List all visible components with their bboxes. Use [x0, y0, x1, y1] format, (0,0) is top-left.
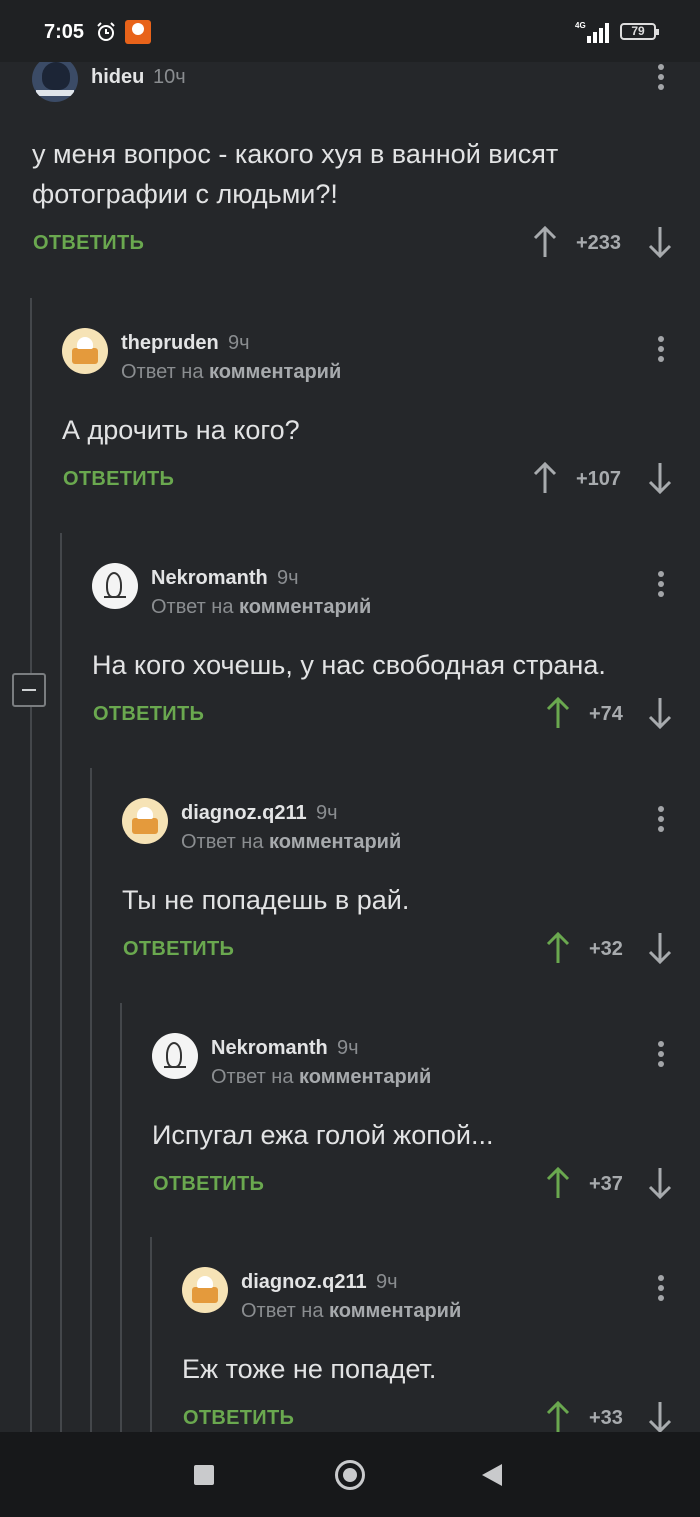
comment-username[interactable]: Nekromanth	[151, 567, 268, 590]
status-time: 7:05	[44, 21, 85, 43]
reply-button[interactable]: ОТВЕТИТЬ	[183, 1407, 294, 1430]
upvote-icon[interactable]	[545, 931, 571, 964]
home-button[interactable]	[335, 1460, 365, 1490]
comment: diagnoz.q211 9ч Ответ на комментарий Ты не …	[122, 788, 700, 988]
reply-to-label: Ответ на комментарий	[241, 1300, 461, 1323]
avatar-pie[interactable]	[182, 1267, 228, 1313]
reply-button[interactable]: ОТВЕТИТЬ	[33, 232, 144, 255]
reply-to-link[interactable]: комментарий	[239, 596, 371, 618]
reply-to-prefix: Ответ на	[211, 1066, 294, 1088]
more-options-icon[interactable]	[657, 64, 665, 94]
comment-time: 9ч	[228, 332, 250, 354]
vote-score: +107	[576, 468, 622, 490]
comment-text: На кого хочешь, у нас свободная страна.	[92, 650, 606, 680]
vote-score: +33	[589, 1407, 623, 1429]
downvote-icon[interactable]	[647, 697, 673, 730]
signal-icon: 4G	[575, 21, 609, 43]
recent-apps-button[interactable]	[194, 1465, 214, 1485]
comment-text: Испугал ежа голой жопой...	[152, 1120, 494, 1150]
reply-to-label: Ответ на комментарий	[181, 831, 401, 854]
downvote-icon[interactable]	[647, 932, 673, 965]
thread-line	[150, 1237, 152, 1432]
comment: Nekromanth 9ч Ответ на комментарий Испугал …	[152, 1023, 700, 1223]
comment-username[interactable]: hideu	[91, 66, 144, 89]
reply-to-label: Ответ на комментарий	[121, 361, 341, 384]
vote-score: +32	[589, 938, 623, 960]
reply-to-link[interactable]: комментарий	[329, 1300, 461, 1322]
comment-text: Ты не попадешь в рай.	[122, 885, 410, 915]
comment: Nekromanth 9ч Ответ на комментарий На кого …	[92, 553, 700, 753]
avatar-pie[interactable]	[122, 798, 168, 844]
collapse-thread-button[interactable]	[12, 673, 46, 707]
more-options-icon[interactable]	[657, 806, 665, 836]
thread-line	[120, 1003, 122, 1432]
more-options-icon[interactable]	[657, 571, 665, 601]
back-button[interactable]	[482, 1464, 502, 1486]
comment-username[interactable]: Nekromanth	[211, 1037, 328, 1060]
reply-to-label: Ответ на комментарий	[211, 1066, 431, 1089]
comment-time: 9ч	[277, 567, 299, 589]
more-options-icon[interactable]	[657, 1275, 665, 1305]
reply-button[interactable]: ОТВЕТИТЬ	[153, 1173, 264, 1196]
comment-text: у меня вопрос - какого хуя в ванной вися…	[32, 139, 559, 169]
reply-to-prefix: Ответ на	[151, 596, 234, 618]
avatar-sketch[interactable]	[152, 1033, 198, 1079]
comment-username[interactable]: diagnoz.q211	[181, 802, 307, 825]
comment-time: 10ч	[153, 66, 186, 88]
status-bar: 7:05 4G 79	[0, 0, 700, 62]
thread-line	[90, 768, 92, 1432]
reply-button[interactable]: ОТВЕТИТЬ	[123, 938, 234, 961]
thread-line	[30, 298, 32, 1432]
avatar-pie[interactable]	[62, 328, 108, 374]
comment-time: 9ч	[337, 1037, 359, 1059]
reply-to-prefix: Ответ на	[121, 361, 204, 383]
comment-time: 9ч	[376, 1271, 398, 1293]
comment-username[interactable]: diagnoz.q211	[241, 1271, 367, 1294]
notification-app-icon	[125, 20, 151, 44]
vote-score: +233	[576, 232, 622, 254]
alarm-icon	[97, 22, 115, 41]
upvote-icon[interactable]	[545, 1400, 571, 1433]
downvote-icon[interactable]	[647, 1167, 673, 1200]
comment: hideu 10ч у меня вопрос - какого хуя в ван…	[32, 52, 700, 272]
downvote-icon[interactable]	[647, 462, 673, 495]
comment: thepruden 9ч Ответ на комментарий А дрочить…	[62, 318, 700, 518]
downvote-icon[interactable]	[647, 226, 673, 259]
reply-to-link[interactable]: комментарий	[209, 361, 341, 383]
avatar-sketch[interactable]	[92, 563, 138, 609]
comment-username[interactable]: thepruden	[121, 332, 219, 355]
navigation-bar	[0, 1432, 700, 1517]
reply-to-prefix: Ответ на	[181, 831, 264, 853]
comment-time: 9ч	[316, 802, 338, 824]
comment: diagnoz.q211 9ч Ответ на комментарий Еж тож…	[182, 1257, 700, 1457]
thread-line	[60, 533, 62, 1432]
avatar-photo[interactable]	[32, 56, 78, 102]
reply-to-link[interactable]: комментарий	[269, 831, 401, 853]
comment-text: А дрочить на кого?	[62, 415, 300, 445]
upvote-icon[interactable]	[545, 1166, 571, 1199]
more-options-icon[interactable]	[657, 1041, 665, 1071]
battery-icon: 79	[620, 23, 659, 40]
reply-to-link[interactable]: комментарий	[299, 1066, 431, 1088]
upvote-icon[interactable]	[532, 225, 558, 258]
reply-button[interactable]: ОТВЕТИТЬ	[93, 703, 204, 726]
reply-button[interactable]: ОТВЕТИТЬ	[63, 468, 174, 491]
more-options-icon[interactable]	[657, 336, 665, 366]
comment-text: фотографии с людьми?!	[32, 179, 338, 209]
network-type: 4G	[575, 21, 586, 30]
downvote-icon[interactable]	[647, 1401, 673, 1434]
vote-score: +37	[589, 1173, 623, 1195]
reply-to-label: Ответ на комментарий	[151, 596, 371, 619]
reply-to-prefix: Ответ на	[241, 1300, 324, 1322]
upvote-icon[interactable]	[532, 461, 558, 494]
upvote-icon[interactable]	[545, 696, 571, 729]
vote-score: +74	[589, 703, 623, 725]
comment-text: Еж тоже не попадет.	[182, 1354, 437, 1384]
